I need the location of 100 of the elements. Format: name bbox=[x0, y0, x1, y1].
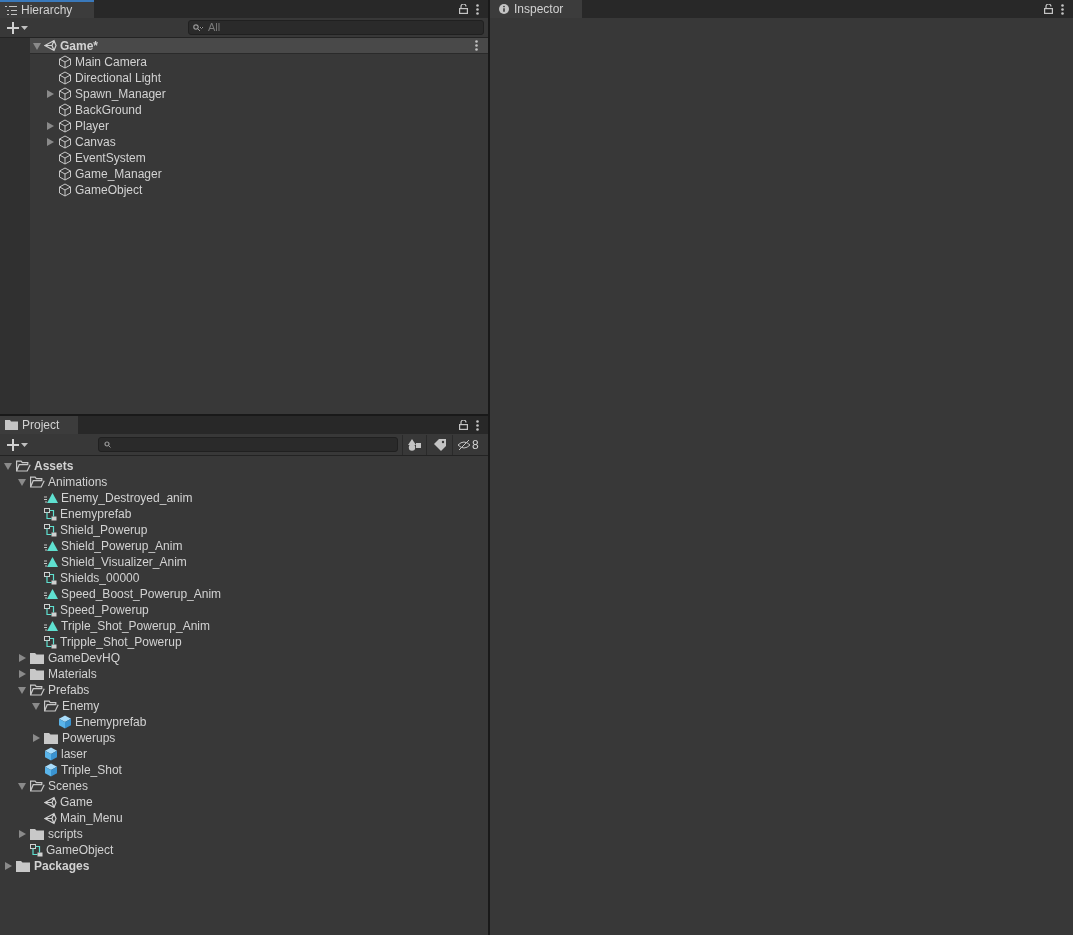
animation-clip-icon bbox=[44, 556, 58, 568]
scene-header[interactable]: Game* bbox=[30, 38, 488, 54]
search-field[interactable]: All bbox=[188, 20, 484, 35]
asset-label[interactable]: Shield_Powerup_Anim bbox=[61, 538, 183, 554]
asset-label[interactable]: Shield_Powerup bbox=[60, 522, 148, 538]
asset-label[interactable]: EventSystem bbox=[75, 150, 146, 166]
plus-icon bbox=[7, 21, 19, 34]
hidden-eye-icon bbox=[457, 439, 471, 450]
asset-label[interactable]: Speed_Boost_Powerup_Anim bbox=[61, 586, 222, 602]
asset-label[interactable]: Main Camera bbox=[75, 54, 148, 70]
folder-label[interactable]: GameDevHQ bbox=[48, 650, 121, 666]
scene-label[interactable]: Game* bbox=[60, 36, 99, 55]
hidden-packages-button[interactable]: 8 bbox=[452, 434, 483, 455]
lock-icon[interactable] bbox=[459, 420, 468, 430]
expanded-arrow-icon[interactable] bbox=[18, 686, 26, 694]
lock-icon[interactable] bbox=[1044, 4, 1053, 14]
asset-label[interactable]: Canvas bbox=[75, 134, 116, 150]
open-folder-icon bbox=[30, 476, 45, 488]
asset-label[interactable]: Main_Menu bbox=[60, 810, 123, 826]
collapsed-arrow-icon[interactable] bbox=[18, 670, 26, 678]
animator-controller-icon bbox=[44, 603, 57, 617]
search-icon bbox=[193, 24, 203, 32]
folder-label[interactable]: Animations bbox=[48, 474, 108, 490]
unity-logo-icon bbox=[44, 795, 57, 809]
asset-label[interactable]: laser bbox=[61, 746, 87, 762]
collapsed-arrow-icon[interactable] bbox=[46, 90, 54, 98]
folder-label[interactable]: Packages bbox=[34, 858, 90, 874]
search-field[interactable] bbox=[98, 437, 398, 452]
cube-outline-icon bbox=[58, 55, 72, 69]
project-tab[interactable]: Project bbox=[0, 416, 78, 434]
open-folder-icon bbox=[44, 700, 59, 712]
cube-outline-icon bbox=[58, 135, 72, 149]
hierarchy-tab[interactable]: Hierarchy bbox=[0, 0, 94, 18]
tab-label[interactable]: Inspector bbox=[514, 0, 564, 18]
more-options-icon[interactable] bbox=[476, 419, 479, 431]
cube-outline-icon bbox=[58, 119, 72, 133]
collapsed-arrow-icon[interactable] bbox=[4, 862, 12, 870]
asset-label[interactable]: Tripple_Shot_Powerup bbox=[60, 634, 182, 650]
asset-label[interactable]: Spawn_Manager bbox=[75, 86, 166, 102]
search-icon bbox=[104, 441, 111, 448]
folder-icon bbox=[30, 652, 45, 664]
asset-label[interactable]: Player bbox=[75, 118, 109, 134]
caret-icon bbox=[21, 442, 28, 447]
caret-icon bbox=[21, 25, 28, 30]
folder-label[interactable]: Enemy bbox=[62, 698, 100, 714]
animation-clip-icon bbox=[44, 492, 58, 504]
folder-label[interactable]: scripts bbox=[48, 826, 83, 842]
plus-icon bbox=[7, 438, 19, 451]
cube-outline-icon bbox=[58, 103, 72, 117]
asset-label[interactable]: Speed_Powerup bbox=[60, 602, 149, 618]
collapsed-arrow-icon[interactable] bbox=[46, 122, 54, 130]
folder-label[interactable]: Assets bbox=[34, 458, 74, 474]
asset-label[interactable]: Enemyprefab bbox=[60, 506, 132, 522]
cube-outline-icon bbox=[58, 71, 72, 85]
asset-label[interactable]: Game_Manager bbox=[75, 166, 162, 182]
expanded-arrow-icon[interactable] bbox=[33, 41, 41, 50]
cube-outline-icon bbox=[58, 87, 72, 101]
asset-label[interactable]: Enemyprefab bbox=[75, 714, 147, 730]
scene-menu-icon[interactable] bbox=[475, 40, 478, 51]
collapsed-arrow-icon[interactable] bbox=[32, 734, 40, 742]
more-options-icon[interactable] bbox=[1061, 3, 1064, 15]
collapsed-arrow-icon[interactable] bbox=[18, 830, 26, 838]
asset-label[interactable]: Enemy_Destroyed_anim bbox=[61, 490, 193, 506]
asset-label[interactable]: GameObject bbox=[46, 842, 114, 858]
shapes-icon bbox=[408, 438, 421, 451]
animator-controller-icon bbox=[44, 635, 57, 649]
tab-label[interactable]: Project bbox=[22, 416, 60, 434]
unity-logo-icon bbox=[44, 811, 57, 825]
animation-clip-icon bbox=[44, 588, 58, 600]
prefab-cube-icon bbox=[44, 763, 58, 777]
animation-clip-icon bbox=[44, 540, 58, 552]
info-icon bbox=[499, 4, 509, 14]
animation-clip-icon bbox=[44, 620, 58, 632]
asset-label[interactable]: BackGround bbox=[75, 102, 142, 118]
animator-controller-icon bbox=[44, 571, 57, 585]
expanded-arrow-icon[interactable] bbox=[18, 478, 26, 486]
asset-label[interactable]: Triple_Shot bbox=[61, 762, 122, 778]
asset-label[interactable]: Shields_00000 bbox=[60, 570, 140, 586]
more-options-icon[interactable] bbox=[476, 3, 479, 15]
expanded-arrow-icon[interactable] bbox=[4, 462, 12, 470]
collapsed-arrow-icon[interactable] bbox=[18, 654, 26, 662]
inspector-tab[interactable]: Inspector bbox=[490, 0, 582, 18]
folder-label[interactable]: Prefabs bbox=[48, 682, 90, 698]
folder-label[interactable]: Materials bbox=[48, 666, 97, 682]
lock-icon[interactable] bbox=[459, 4, 468, 14]
folder-label[interactable]: Powerups bbox=[62, 730, 116, 746]
expanded-arrow-icon[interactable] bbox=[32, 702, 40, 710]
tab-label[interactable]: Hierarchy bbox=[21, 1, 73, 19]
asset-label[interactable]: Triple_Shot_Powerup_Anim bbox=[61, 618, 210, 634]
animator-controller-icon bbox=[44, 507, 57, 521]
asset-label[interactable]: GameObject bbox=[75, 182, 143, 198]
collapsed-arrow-icon[interactable] bbox=[46, 138, 54, 146]
open-folder-icon bbox=[16, 460, 31, 472]
folder-icon bbox=[30, 828, 45, 840]
expanded-arrow-icon[interactable] bbox=[18, 782, 26, 790]
prefab-cube-icon bbox=[58, 715, 72, 729]
asset-label[interactable]: Directional Light bbox=[75, 70, 162, 86]
asset-label[interactable]: Shield_Visualizer_Anim bbox=[61, 554, 187, 570]
asset-label[interactable]: Game bbox=[60, 794, 93, 810]
folder-label[interactable]: Scenes bbox=[48, 778, 89, 794]
